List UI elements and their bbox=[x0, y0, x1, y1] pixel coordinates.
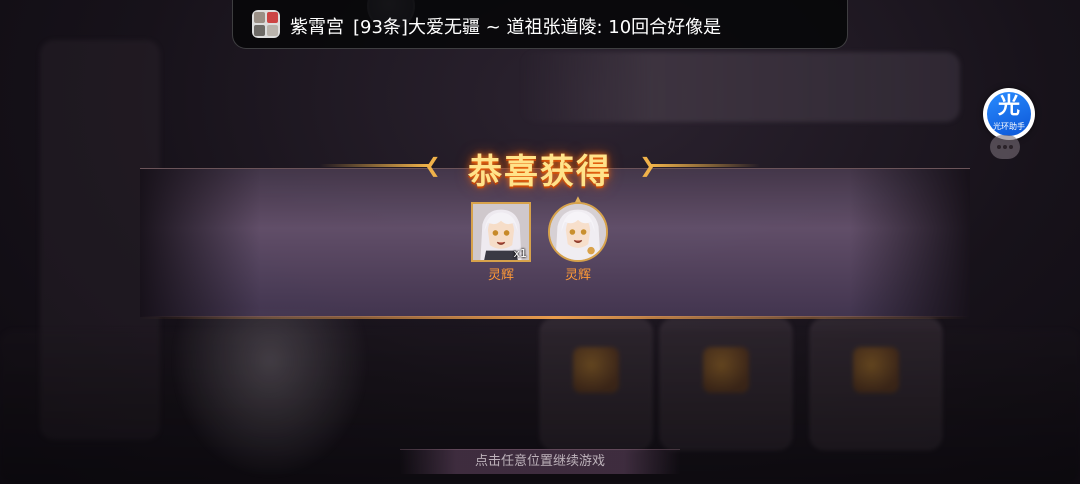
background-character bbox=[170, 310, 370, 480]
reward-item[interactable]: x1 灵辉 bbox=[469, 202, 533, 283]
title-right-line bbox=[650, 164, 760, 167]
continue-hint[interactable]: 点击任意位置继续游戏 bbox=[400, 449, 680, 474]
reward-item-frame bbox=[548, 202, 608, 262]
reward-item-frame: x1 bbox=[471, 202, 531, 262]
reward-item[interactable]: ▲ 灵辉 bbox=[546, 196, 610, 283]
reward-item-label: 灵辉 bbox=[487, 268, 514, 283]
character-portrait-icon bbox=[550, 204, 606, 260]
reward-item-label: 灵辉 bbox=[564, 268, 591, 283]
reward-title: 恭喜获得 bbox=[468, 152, 612, 192]
assistant-float-button[interactable]: 光 光环助手 bbox=[983, 88, 1035, 140]
chat-notification[interactable]: 紫霄宫 [93条]大爱无疆 ~ 道祖张道陵: 10回合好像是 bbox=[232, 0, 848, 49]
assistant-label: 光环助手 bbox=[993, 122, 1025, 131]
reward-panel-glow bbox=[140, 316, 970, 319]
notification-message: [93条]大爱无疆 ~ 道祖张道陵: 10回合好像是 bbox=[353, 17, 722, 38]
notification-sender: 紫霄宫 bbox=[290, 17, 344, 38]
assistant-icon: 光 光环助手 bbox=[987, 92, 1031, 136]
item-quantity: x1 bbox=[513, 247, 527, 260]
background-banner bbox=[520, 52, 960, 122]
chat-bubble-icon[interactable] bbox=[990, 135, 1020, 159]
reward-title-banner: ❮ 恭喜获得 ❮ bbox=[320, 142, 760, 192]
group-avatar bbox=[252, 10, 280, 38]
assistant-icon-char: 光 bbox=[997, 94, 1020, 119]
